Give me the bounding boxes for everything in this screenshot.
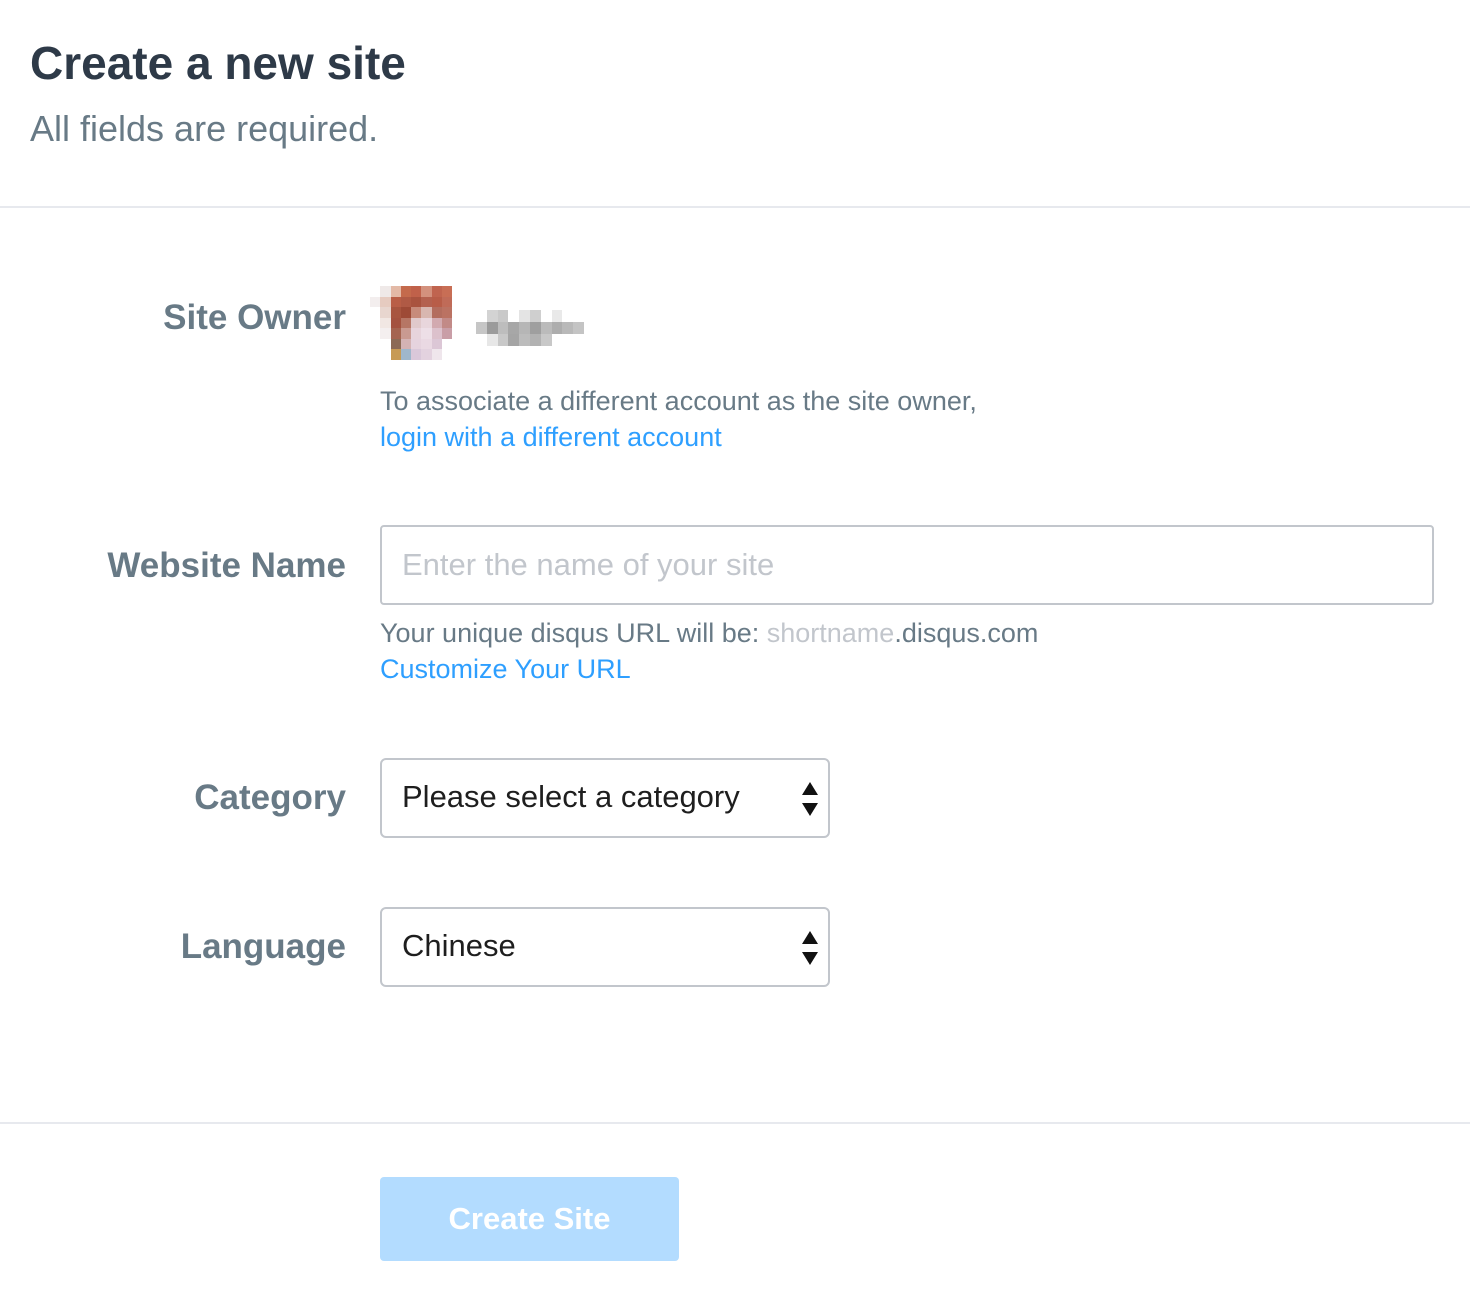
language-selected-value: Chinese: [402, 928, 516, 963]
category-selected-value: Please select a category: [402, 779, 740, 814]
page-title: Create a new site: [30, 37, 406, 89]
login-different-account-link[interactable]: login with a different account: [380, 422, 722, 453]
customize-url-link[interactable]: Customize Your URL: [380, 654, 631, 685]
create-site-button[interactable]: Create Site: [380, 1177, 679, 1261]
arrow-up-icon: [802, 782, 818, 795]
website-name-input[interactable]: [380, 525, 1434, 605]
arrow-down-icon: [802, 803, 818, 816]
url-shortname: shortname: [766, 618, 895, 648]
category-label: Category: [194, 778, 346, 817]
site-owner-label: Site Owner: [163, 298, 346, 337]
footer-divider: [0, 1122, 1470, 1124]
pixelated-avatar-icon: [370, 286, 452, 360]
arrow-up-icon: [802, 931, 818, 944]
select-arrows-icon: [802, 931, 818, 965]
unique-url-help-text: Your unique disqus URL will be: shortnam…: [380, 618, 1038, 649]
site-owner-help-text: To associate a different account as the …: [380, 386, 977, 416]
language-select[interactable]: Chinese: [380, 907, 830, 987]
select-arrows-icon: [802, 782, 818, 816]
website-name-label: Website Name: [107, 546, 346, 585]
create-site-page: Create a new site All fields are require…: [0, 0, 1470, 1306]
arrow-down-icon: [802, 952, 818, 965]
owner-name-pixelated: [476, 310, 584, 346]
language-label: Language: [180, 927, 346, 966]
page-subtitle: All fields are required.: [30, 108, 379, 149]
url-prefix: Your unique disqus URL will be:: [380, 618, 767, 648]
url-suffix: .disqus.com: [894, 618, 1039, 648]
category-select[interactable]: Please select a category: [380, 758, 830, 838]
page-header: Create a new site All fields are require…: [0, 0, 1470, 208]
